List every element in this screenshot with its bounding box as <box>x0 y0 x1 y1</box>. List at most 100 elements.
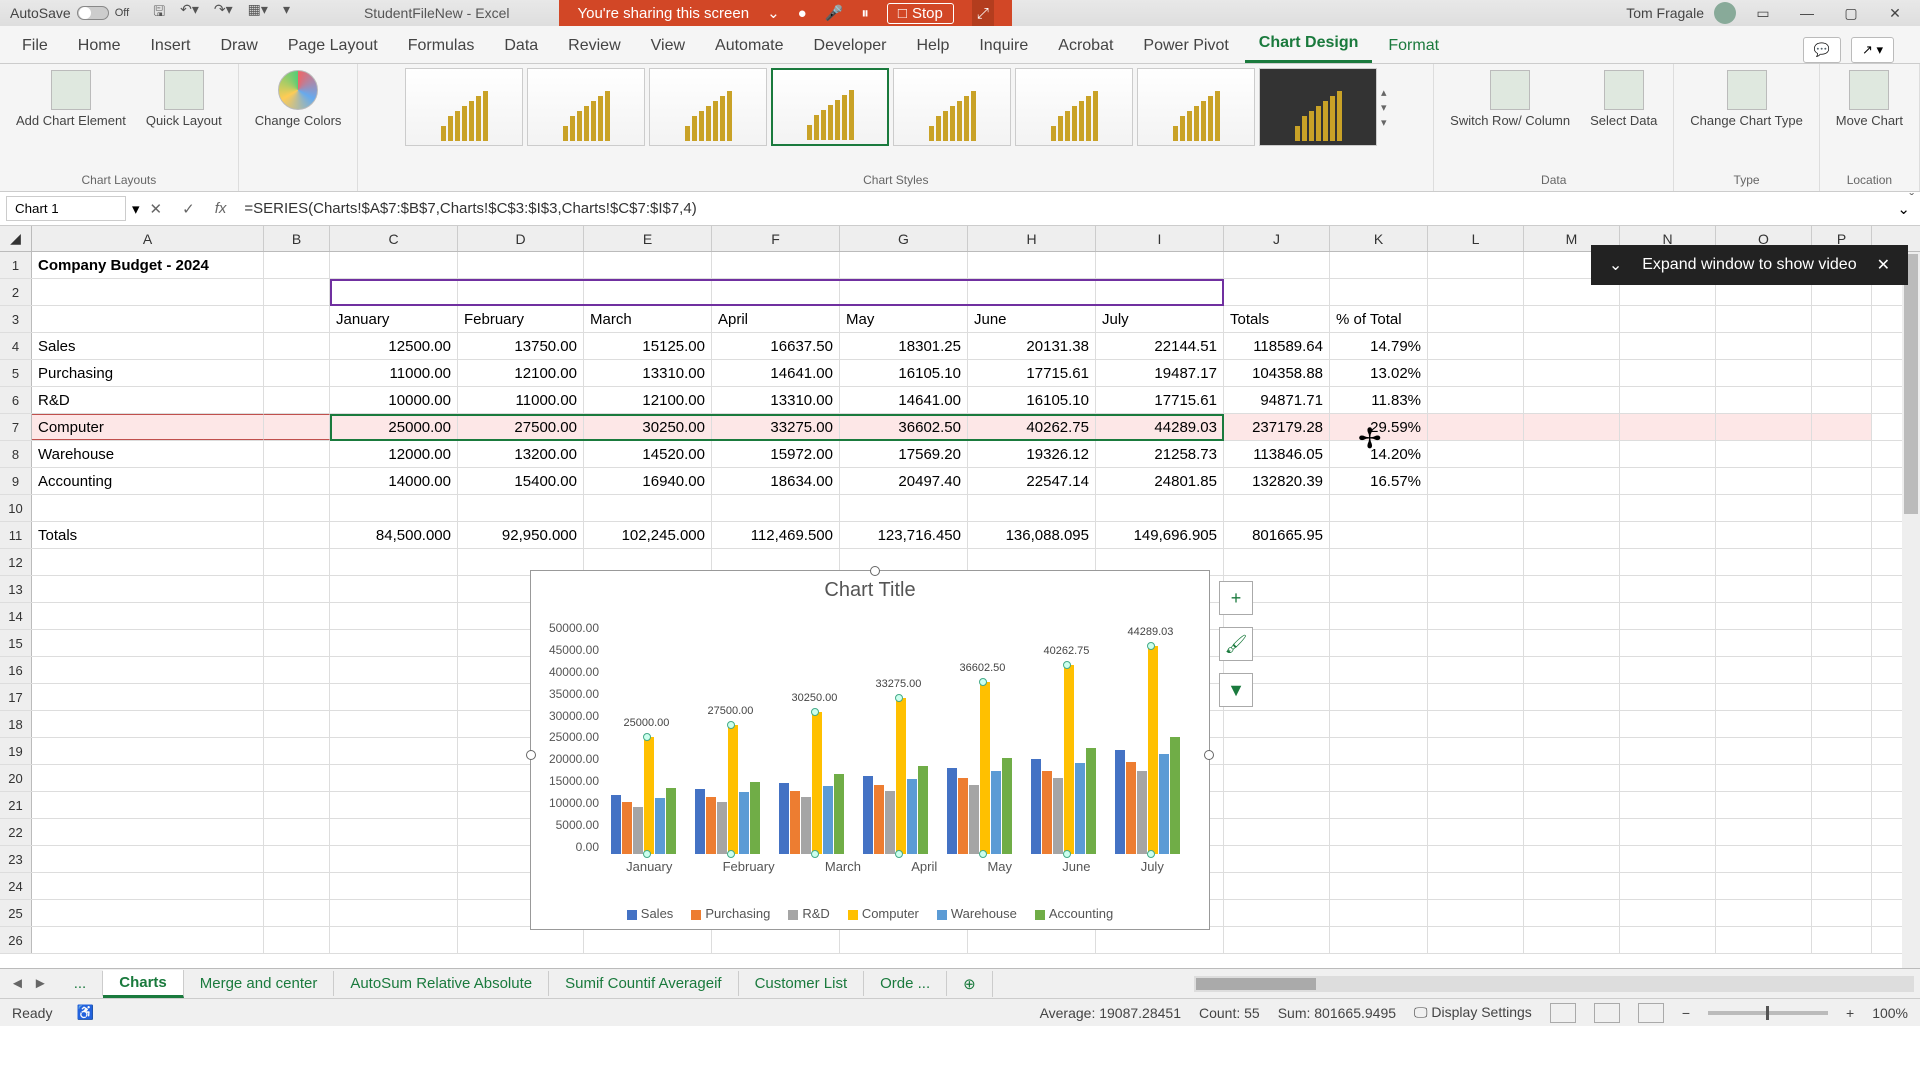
legend-item[interactable]: Computer <box>848 906 919 921</box>
bar[interactable] <box>1148 646 1158 854</box>
cell[interactable]: 17715.61 <box>968 360 1096 386</box>
bar[interactable] <box>706 797 716 854</box>
chart-object[interactable]: Chart Title 50000.0045000.0040000.003500… <box>530 570 1210 930</box>
cell[interactable]: 17569.20 <box>840 441 968 467</box>
chart-style-thumb[interactable] <box>1137 68 1255 146</box>
cell[interactable]: 16105.10 <box>840 360 968 386</box>
cell[interactable]: 13750.00 <box>458 333 584 359</box>
col-header[interactable]: C <box>330 226 458 251</box>
cell[interactable]: 11000.00 <box>458 387 584 413</box>
bar[interactable] <box>655 798 665 854</box>
cell[interactable]: 16637.50 <box>712 333 840 359</box>
chart-style-thumb[interactable] <box>1259 68 1377 146</box>
bar[interactable] <box>1002 758 1012 854</box>
cell[interactable]: 14.20% <box>1330 441 1428 467</box>
bar[interactable] <box>991 771 1001 854</box>
cell[interactable]: 16940.00 <box>584 468 712 494</box>
cell[interactable]: 12500.00 <box>330 333 458 359</box>
row-header[interactable]: 25 <box>0 900 32 926</box>
popout-icon[interactable]: ⤢ <box>972 0 994 26</box>
avatar[interactable] <box>1714 2 1736 24</box>
qat-more-icon[interactable]: ▾ <box>283 1 290 25</box>
gallery-scroll-icon[interactable]: ▴ <box>1381 86 1387 99</box>
bar[interactable] <box>812 712 822 854</box>
row-header[interactable]: 10 <box>0 495 32 521</box>
bar[interactable] <box>885 791 895 854</box>
switch-row-column-button[interactable]: Switch Row/ Column <box>1444 68 1576 130</box>
cell[interactable]: 13310.00 <box>584 360 712 386</box>
tab-draw[interactable]: Draw <box>206 29 271 63</box>
row-header[interactable]: 9 <box>0 468 32 494</box>
cell[interactable]: 22144.51 <box>1096 333 1224 359</box>
normal-view-icon[interactable] <box>1550 1003 1576 1023</box>
fx-icon[interactable]: fx <box>205 200 237 217</box>
maximize-icon[interactable]: ▢ <box>1834 5 1868 22</box>
tab-power-pivot[interactable]: Power Pivot <box>1129 29 1242 63</box>
display-settings[interactable]: 🖵 Display Settings <box>1414 1004 1532 1021</box>
chevron-down-icon[interactable]: ⌄ <box>1609 255 1622 275</box>
save-icon[interactable]: 🖫 <box>153 1 165 25</box>
bar[interactable] <box>1170 737 1180 854</box>
data-marker[interactable] <box>979 850 987 858</box>
chart-style-thumb[interactable] <box>405 68 523 146</box>
cell[interactable]: 102,245.000 <box>584 522 712 548</box>
page-break-view-icon[interactable] <box>1638 1003 1664 1023</box>
bar[interactable] <box>695 789 705 854</box>
bar[interactable] <box>1086 748 1096 854</box>
sheet-tab[interactable]: ... <box>58 971 104 996</box>
cell[interactable]: 21258.73 <box>1096 441 1224 467</box>
bar[interactable] <box>611 795 621 854</box>
cell[interactable]: 10000.00 <box>330 387 458 413</box>
chart-style-thumb[interactable] <box>893 68 1011 146</box>
bar[interactable] <box>717 802 727 854</box>
chart-legend[interactable]: SalesPurchasingR&DComputerWarehouseAccou… <box>531 906 1209 921</box>
data-marker[interactable] <box>895 694 903 702</box>
zoom-in-icon[interactable]: + <box>1846 1005 1854 1021</box>
comments-button[interactable]: 💬 <box>1803 37 1841 63</box>
row-header[interactable]: 11 <box>0 522 32 548</box>
cell[interactable]: 118589.64 <box>1224 333 1330 359</box>
col-header[interactable]: J <box>1224 226 1330 251</box>
bar[interactable] <box>739 792 749 854</box>
legend-item[interactable]: Purchasing <box>691 906 770 921</box>
stop-button[interactable]: □ Stop <box>887 3 954 24</box>
row-header[interactable]: 4 <box>0 333 32 359</box>
zoom-out-icon[interactable]: − <box>1682 1005 1690 1021</box>
bar[interactable] <box>622 802 632 854</box>
data-marker[interactable] <box>727 850 735 858</box>
bar[interactable] <box>1115 750 1125 854</box>
cell[interactable]: R&D <box>32 387 264 413</box>
change-chart-type-button[interactable]: Change Chart Type <box>1684 68 1809 130</box>
record-icon[interactable]: ● <box>798 5 807 22</box>
chart-styles-button[interactable]: 🖌 <box>1219 627 1253 661</box>
sheet-nav-next-icon[interactable]: ► <box>33 975 48 992</box>
col-header[interactable]: B <box>264 226 330 251</box>
bar[interactable] <box>1031 759 1041 854</box>
tab-data[interactable]: Data <box>490 29 552 63</box>
row-header[interactable]: 22 <box>0 819 32 845</box>
cell[interactable]: 136,088.095 <box>968 522 1096 548</box>
bar[interactable] <box>1042 771 1052 854</box>
tab-developer[interactable]: Developer <box>800 29 901 63</box>
sheet-tab-charts[interactable]: Charts <box>103 970 184 998</box>
chart-title[interactable]: Chart Title <box>531 571 1209 610</box>
chart-style-thumb[interactable] <box>1015 68 1133 146</box>
col-header[interactable]: A <box>32 226 264 251</box>
autosave-toggle[interactable]: AutoSave Off <box>0 5 139 21</box>
cell[interactable]: 112,469.500 <box>712 522 840 548</box>
bar[interactable] <box>644 737 654 855</box>
bar[interactable] <box>1137 771 1147 854</box>
cell[interactable]: February <box>458 306 584 332</box>
cell[interactable]: 132820.39 <box>1224 468 1330 494</box>
formula-input[interactable]: =SERIES(Charts!$A$7:$B$7,Charts!$C$3:$I$… <box>236 196 1887 221</box>
cell[interactable]: Totals <box>32 522 264 548</box>
cell[interactable]: Sales <box>32 333 264 359</box>
bar[interactable] <box>918 766 928 854</box>
resize-handle[interactable] <box>1204 750 1214 760</box>
cell[interactable]: Computer <box>32 414 264 440</box>
toggle-icon[interactable] <box>77 6 109 20</box>
data-marker[interactable] <box>1063 661 1071 669</box>
tab-insert[interactable]: Insert <box>136 29 204 63</box>
cell[interactable]: 149,696.905 <box>1096 522 1224 548</box>
bar[interactable] <box>980 682 990 854</box>
